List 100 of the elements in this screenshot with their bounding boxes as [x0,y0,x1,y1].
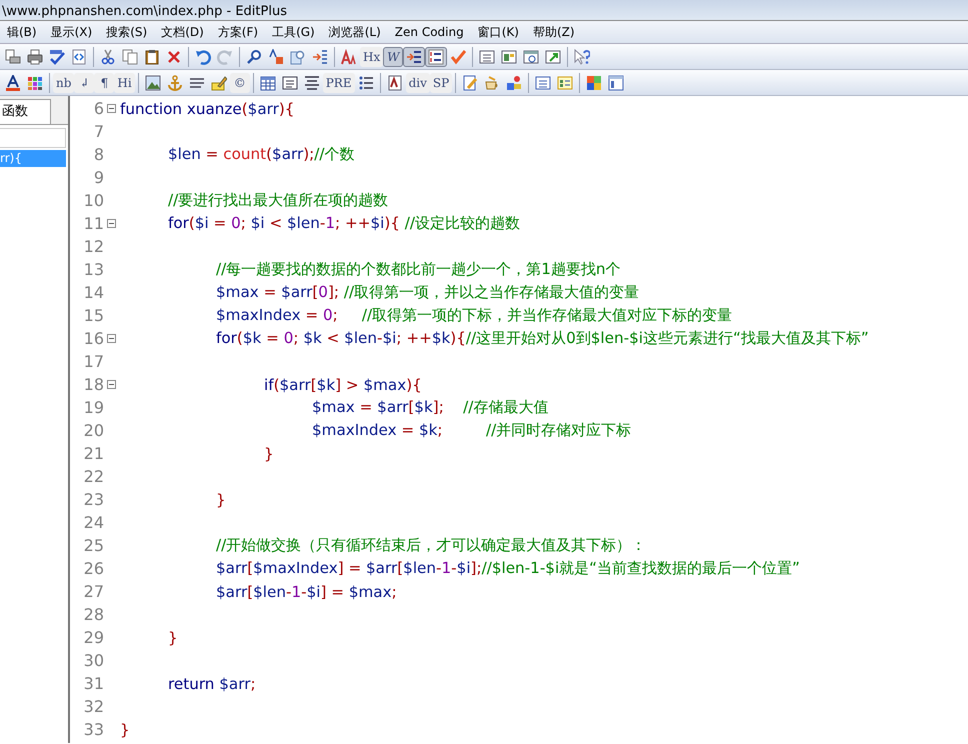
collapse-icon[interactable] [106,219,116,228]
code-line: if($arr[$k] > $max){ [263,376,422,394]
toolbar-button[interactable]: W [383,46,404,66]
toolbar-button[interactable]: Hx [360,46,384,66]
code-line: //每一趟要找的数据的个数都比前一趟少一个，第1趟要找n个 [215,259,621,280]
menu-item[interactable]: 显示(X) [44,22,100,42]
document-icon[interactable] [386,74,403,90]
clipboard-icon[interactable] [144,48,160,64]
menu-item[interactable]: 搜索(S) [99,22,154,42]
code-line: $maxIndex = 0; //取得第一项的下标，并当作存储最大值对应下标的变量 [215,305,732,326]
edit-document-icon[interactable] [462,74,478,90]
list-window-icon[interactable] [479,48,496,64]
line-number: 19 [82,398,104,417]
font-color-icon[interactable] [5,74,21,90]
menu-item[interactable]: 帮助(Z) [526,22,582,42]
table-icon[interactable] [260,74,276,90]
indent-lines-icon [406,48,422,64]
delete-icon[interactable] [166,48,182,64]
line-number: 33 [82,720,104,739]
code-line: } [215,490,226,508]
scissors-icon[interactable] [100,48,116,64]
line-number: 6 [92,99,104,118]
numbered-lines-toggle[interactable] [425,46,448,66]
spell-check-icon[interactable] [49,48,65,64]
code-line: //要进行找出最大值所在项的趟数 [167,190,388,211]
color-grid-icon[interactable] [27,74,43,90]
code-line: for($i = 0; $i < $len-1; ++$i){ //设定比较的趟数 [167,213,520,234]
anchor-icon[interactable] [166,74,183,90]
toolbar-button[interactable]: Hi [114,72,135,92]
print-preview-icon[interactable] [5,48,21,64]
color-squares-icon[interactable] [586,74,602,90]
help-pointer-icon[interactable] [574,48,590,64]
menu-item[interactable]: 浏览器(L) [322,22,388,42]
line-number: 16 [82,329,104,348]
code-line: } [263,444,274,462]
menu-item[interactable]: 文档(D) [154,22,211,42]
line-number: 7 [92,122,104,141]
code-line: $arr[$maxIndex] = $arr[$len-1-$i];//$len-1-$i就是“当前查找数据的最后一个位置” [215,558,800,579]
pencil-icon[interactable] [210,74,227,90]
font-size-icon[interactable] [341,48,357,64]
search-icon[interactable] [246,48,262,64]
collapse-icon[interactable] [106,104,116,113]
panel-tab[interactable]: 函数 [0,99,51,124]
find-in-files-icon[interactable] [290,48,306,64]
toolbar-button[interactable]: div [406,72,430,92]
line-number: 20 [82,421,104,440]
code-document-icon[interactable] [71,48,87,64]
cup-icon[interactable] [484,74,500,90]
code-line: for($k = 0; $k < $len-$i; ++$k){//这里开始对从0到$len-$i这些元素进行“找最大值及其下标” [215,328,869,349]
toolbar-button[interactable]: © [230,72,250,92]
line-number: 12 [82,237,104,256]
code-line: return $arr; [167,674,256,692]
collapse-icon[interactable] [106,380,116,389]
menu-item[interactable]: 方案(F) [210,22,266,42]
menu-item[interactable]: 工具(G) [265,22,322,42]
line-number: 13 [82,260,104,279]
line-number: 24 [82,513,104,532]
text-box-icon[interactable] [282,74,298,90]
copy-icon[interactable] [122,48,138,64]
undo-icon[interactable] [195,48,211,64]
window-icon[interactable] [608,74,624,90]
image-icon[interactable] [144,74,161,90]
checkmark-icon[interactable] [450,48,466,64]
line-number: 10 [82,191,104,210]
code-line: $len = count($arr);//个数 [167,144,355,165]
blocks-icon[interactable] [506,74,522,90]
line-number: 25 [82,536,104,555]
replace-icon[interactable] [268,48,284,64]
filter-field[interactable] [0,128,66,148]
list-window-icon[interactable] [535,74,552,90]
toolbar-button[interactable]: nb [53,72,74,92]
line-number: 28 [82,605,104,624]
code-line: } [119,720,130,738]
line-number: 29 [82,628,104,647]
line-number: 31 [82,674,104,693]
layout-window-icon[interactable] [501,48,518,64]
printer-icon[interactable] [27,48,43,64]
toolbar-button[interactable]: ↲ [74,72,94,92]
indent-lines-toggle[interactable] [403,46,426,66]
indent-list-icon[interactable] [312,48,328,64]
line-number: 17 [82,352,104,371]
menu-item[interactable]: Zen Coding [388,23,471,41]
external-window-icon[interactable] [545,48,562,64]
menu-item[interactable]: 辑(B) [0,22,44,42]
line-number: 18 [82,375,104,394]
line-number: 23 [82,490,104,509]
line-number: 11 [82,214,104,233]
browser-window-icon[interactable] [523,48,540,64]
window-title: \www.phpnanshen.com\index.php - EditPlus [2,4,287,19]
align-lines-icon[interactable] [304,74,320,90]
toolbar-button[interactable]: SP [430,72,452,92]
code-line: function xuanze($arr){ [119,100,294,118]
checklist-window-icon[interactable] [557,74,574,90]
code-line: $maxIndex = $k; //并同时存储对应下标 [311,420,632,441]
toolbar-button[interactable]: PRE [322,72,355,92]
toolbar-button[interactable]: ¶ [94,72,114,92]
code-line: $max = $arr[0]; //取得第一项，并以之当作存储最大值的变量 [215,282,640,303]
bullet-list-icon[interactable] [358,74,374,90]
collapse-icon[interactable] [106,334,116,343]
menu-item[interactable]: 窗口(K) [470,22,526,42]
